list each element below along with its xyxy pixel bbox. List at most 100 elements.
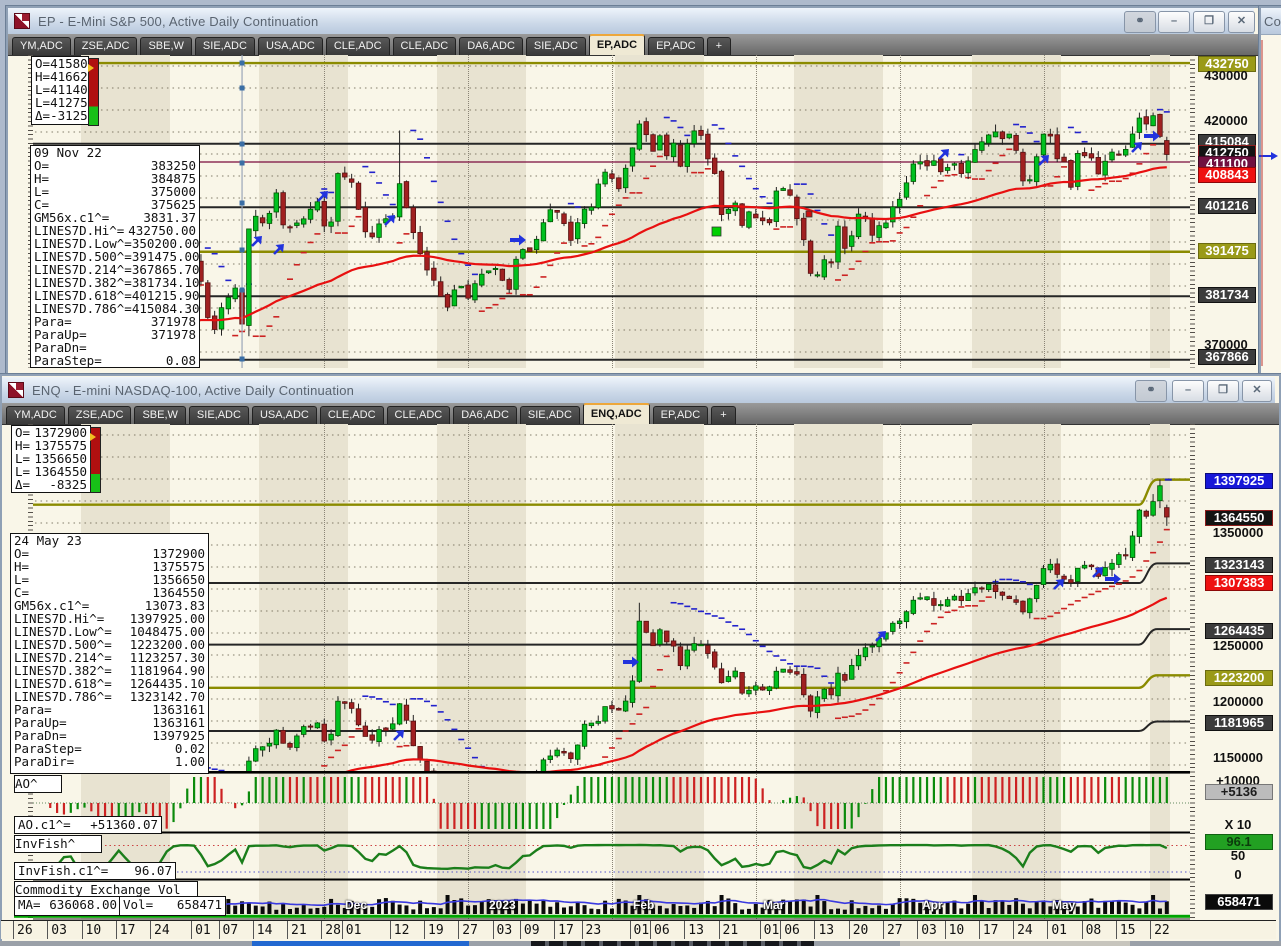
tab-sie-adc[interactable]: SIE,ADC <box>188 406 249 424</box>
tab-sie-adc[interactable]: SIE,ADC <box>525 37 586 55</box>
price-scale-label: 96.1 <box>1205 834 1273 850</box>
tab-usa-adc[interactable]: USA,ADC <box>257 37 323 55</box>
price-scale-label: 420000 <box>1198 114 1254 128</box>
tab-ep-adc[interactable]: EP,ADC <box>588 34 646 55</box>
price-badge-1250000: 1250000 <box>1212 638 1264 653</box>
tab-sbe-w[interactable]: SBE,W <box>134 406 186 424</box>
month-stripe <box>615 424 705 919</box>
date-tick-separator <box>341 921 343 939</box>
date-tick-label: 10 <box>948 923 965 938</box>
price-badge-1181965: 1181965 <box>1205 715 1273 731</box>
date-tick-separator <box>458 921 460 939</box>
close-button[interactable]: ✕ <box>1228 11 1255 33</box>
date-tick-label: 03 <box>496 923 513 938</box>
tab-zse-adc[interactable]: ZSE,ADC <box>67 406 132 424</box>
close-button[interactable]: ✕ <box>1242 380 1272 402</box>
date-tick-label: 17 <box>982 923 999 938</box>
current-bar-icon <box>88 58 99 126</box>
tab-ym-adc[interactable]: YM,ADC <box>6 406 65 424</box>
date-tick-label: 28 <box>325 923 341 938</box>
minimize-button[interactable]: – <box>1172 380 1204 402</box>
date-tick-label: 01 <box>345 923 362 938</box>
date-tick-separator <box>150 921 151 939</box>
quote-box-enq: O= 1372900 H= 1375575 L= 1356650 L= 1364550 Δ= -8… <box>11 425 91 493</box>
tab-cle-adc[interactable]: CLE,ADC <box>392 37 457 55</box>
tab-da6-adc[interactable]: DA6,ADC <box>459 37 523 55</box>
month-label-feb: Feb <box>633 898 655 912</box>
date-tick-separator <box>554 921 556 939</box>
price-badge-408843: 408843 <box>1198 167 1256 183</box>
price-scale-label: 430000 <box>1198 69 1254 83</box>
date-tick-label: 17 <box>119 923 136 938</box>
invfish-value-box: InvFish.c1^= 96.07 <box>14 862 176 880</box>
date-tick-separator <box>115 921 117 939</box>
tab-sbe-w[interactable]: SBE,W <box>140 37 192 55</box>
tab-cle-adc[interactable]: CLE,ADC <box>386 406 451 424</box>
vertical-gridline <box>899 424 901 919</box>
app-icon <box>8 382 24 398</box>
price-badge-367866: 367866 <box>1198 349 1256 365</box>
tab-cle-adc[interactable]: CLE,ADC <box>325 37 390 55</box>
price-badge-50: 50 <box>1230 848 1246 863</box>
date-tick-separator <box>1081 921 1083 939</box>
tabbar-ep: YM,ADC ZSE,ADC SBE,W SIE,ADC USA,ADC CLE,ADC C… <box>8 34 1258 56</box>
tab-sie-adc[interactable]: SIE,ADC <box>519 406 580 424</box>
price-scale-label: 391475 <box>1198 243 1256 259</box>
date-tick-separator <box>492 921 494 939</box>
minimize-button[interactable]: – <box>1158 11 1190 33</box>
date-tick-separator <box>424 921 425 939</box>
month-stripe <box>793 55 883 368</box>
price-scale-label: 401216 <box>1198 198 1256 214</box>
tab-sie-adc[interactable]: SIE,ADC <box>194 37 255 55</box>
right-price-ruler-enq <box>1190 424 1195 919</box>
data-box-ep: 09 Nov 22 O= 383250 H= 384875 L= 375000 C= 37562… <box>30 145 200 368</box>
tab-ep-adc[interactable]: EP,ADC <box>652 406 709 424</box>
link-button[interactable]: ⚭ <box>1135 380 1167 402</box>
date-tick-separator <box>814 921 816 939</box>
price-badge-381734: 381734 <box>1198 287 1256 303</box>
price-badge-1323143: 1323143 <box>1205 557 1273 573</box>
tab-+[interactable]: + <box>706 37 732 55</box>
date-tick-label: 19 <box>428 923 444 938</box>
tab-enq-adc[interactable]: ENQ,ADC <box>582 403 650 424</box>
date-tick-separator <box>944 921 946 939</box>
date-tick-separator <box>47 921 49 939</box>
tab-usa-adc[interactable]: USA,ADC <box>251 406 317 424</box>
tab-+[interactable]: + <box>711 406 736 424</box>
tab-ep-adc[interactable]: EP,ADC <box>648 37 704 55</box>
vertical-gridline <box>468 55 470 368</box>
date-tick-separator <box>13 921 14 939</box>
vertical-gridline <box>755 55 757 368</box>
vertical-gridline <box>324 424 326 919</box>
link-button[interactable]: ⚭ <box>1124 11 1156 33</box>
titlebar-ep[interactable]: EP - E-Mini S&P 500, Active Daily Contin… <box>8 8 1254 35</box>
date-tick-label: 26 <box>17 923 33 938</box>
titlebar-enq[interactable]: ENQ - E-mini NASDAQ-100, Active Daily Co… <box>2 377 1275 404</box>
month-stripe <box>437 55 527 368</box>
restore-button[interactable]: ❐ <box>1193 11 1225 33</box>
date-tick-separator <box>917 921 919 939</box>
date-tick-separator <box>718 921 720 939</box>
window-co-partial[interactable]: Co <box>1259 6 1281 376</box>
data-box-enq: 24 May 23 O= 1372900 H= 1375575 L= 1356650 C= 13… <box>10 533 209 774</box>
window-title-ep: EP - E-Mini S&P 500, Active Daily Contin… <box>38 13 319 29</box>
tab-cle-adc[interactable]: CLE,ADC <box>319 406 384 424</box>
month-stripe <box>1149 55 1171 368</box>
month-label-may: May <box>1052 898 1076 912</box>
month-stripe <box>437 424 527 919</box>
tab-ym-adc[interactable]: YM,ADC <box>12 37 71 55</box>
restore-button[interactable]: ❐ <box>1207 380 1239 402</box>
price-badge-1150000: 1150000 <box>1213 750 1263 765</box>
tab-da6-adc[interactable]: DA6,ADC <box>453 406 517 424</box>
vertical-gridline <box>468 424 470 919</box>
date-tick-label: 03 <box>921 923 937 938</box>
tab-zse-adc[interactable]: ZSE,ADC <box>73 37 138 55</box>
current-bar-icon <box>90 427 101 493</box>
date-tick-label: 23 <box>585 923 602 938</box>
vertical-gridline <box>324 55 326 368</box>
price-badge-430000: 430000 <box>1204 68 1248 83</box>
date-tick-label: 06 <box>784 923 800 938</box>
date-axis[interactable]: 26 03 10 17 24 01 07 14 21 28 01 12 19 27 03 09 17 23 01 06… <box>1 920 1276 939</box>
price-scale-label: 1250000 <box>1205 639 1271 653</box>
price-scale-label: 1181965 <box>1205 715 1273 731</box>
